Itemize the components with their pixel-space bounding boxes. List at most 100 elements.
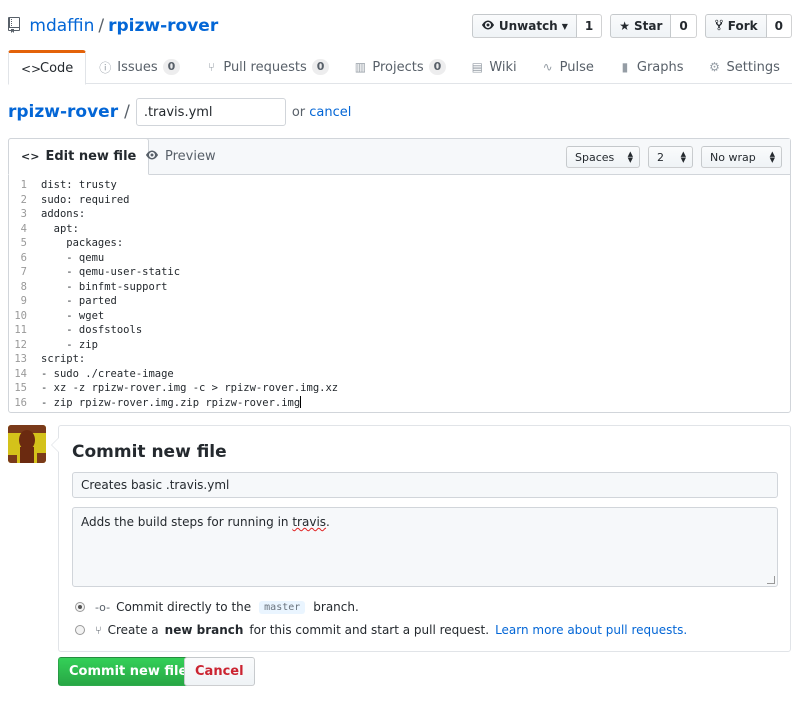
tab-projects[interactable]: ▥ Projects 0: [341, 50, 458, 84]
repo-title: mdaffin / rpizw-rover: [8, 16, 218, 38]
code-line[interactable]: 6 - qemu: [9, 251, 790, 266]
code-line[interactable]: 4 apt:: [9, 222, 790, 237]
commit-new-file-button[interactable]: Commit new file: [58, 657, 199, 686]
line-text: - zip: [41, 338, 98, 351]
line-number: 9: [20, 295, 27, 307]
tab-graphs[interactable]: ▮ Graphs: [606, 50, 696, 84]
code-line[interactable]: 13 script:: [9, 352, 790, 367]
file-editor: <> Edit new file Preview Spaces ▲ ▼ 2 ▲ ▼ …: [8, 138, 791, 413]
preview-tab-label: Preview: [165, 149, 216, 164]
repo-book-icon: [8, 17, 20, 38]
new-branch-prefix: Create a: [107, 623, 159, 637]
indent-size-value: 2: [657, 150, 664, 164]
line-text: - sudo ./create-image: [41, 367, 174, 380]
line-number: 15: [14, 382, 27, 394]
description-text: Adds the build steps for running in: [81, 515, 293, 529]
tab-pull-requests[interactable]: ⑂ Pull requests 0: [192, 50, 341, 84]
code-line[interactable]: 16 - zip rpizw-rover.img.zip rpizw-rover.…: [9, 395, 790, 411]
new-branch-radio[interactable]: [75, 625, 85, 635]
code-line[interactable]: 7 - qemu-user-static: [9, 265, 790, 280]
commit-direct-radio[interactable]: [75, 602, 85, 612]
tab-pulse[interactable]: ∿ Pulse: [529, 50, 606, 84]
projects-counter: 0: [428, 59, 447, 75]
select-arrows-icon: ▲ ▼: [627, 150, 633, 164]
code-line[interactable]: 3 addons:: [9, 207, 790, 222]
fork-icon: [714, 19, 724, 34]
indent-size-select[interactable]: 2 ▲ ▼: [648, 146, 693, 168]
editor-options: Spaces ▲ ▼ 2 ▲ ▼ No wrap ▲ ▼: [566, 146, 782, 168]
breadcrumb-separator: /: [124, 102, 130, 122]
tab-preview[interactable]: Preview: [133, 138, 228, 175]
code-line[interactable]: 10 - wget: [9, 309, 790, 324]
commit-title: Commit new file: [72, 442, 227, 462]
resize-handle[interactable]: [767, 576, 775, 584]
fork-count[interactable]: 0: [766, 14, 792, 38]
code-area[interactable]: 1 dist: trusty 2 sudo: required 3 addons: 4 ap…: [9, 175, 790, 410]
tab-settings[interactable]: ⚙ Settings: [696, 50, 792, 84]
fork-button[interactable]: Fork: [704, 14, 767, 38]
commit-form: Commit new file Creates basic .travis.ym…: [51, 425, 791, 652]
repo-nav: <> Code ⓘ Issues 0 ⑂ Pull requests 0 ▥ P…: [8, 50, 792, 85]
code-line[interactable]: 8 - binfmt-support: [9, 280, 790, 295]
watch-button[interactable]: Unwatch ▼: [471, 14, 577, 38]
code-line[interactable]: 11 - dosfstools: [9, 323, 790, 338]
description-text-end: .: [326, 515, 330, 529]
line-number: 4: [20, 222, 27, 235]
issue-opened-icon: ⓘ: [99, 60, 112, 75]
avatar: [8, 425, 46, 463]
tab-label: Settings: [726, 59, 780, 75]
wrap-mode-select[interactable]: No wrap ▲ ▼: [701, 146, 782, 168]
new-branch-suffix: for this commit and start a pull request…: [249, 623, 490, 637]
code-line[interactable]: 1 dist: trusty: [9, 178, 790, 193]
new-branch-bold: new branch: [164, 623, 244, 637]
tab-issues[interactable]: ⓘ Issues 0: [86, 50, 192, 84]
line-text: addons:: [41, 208, 86, 220]
new-branch-option[interactable]: ⑂ Create a new branch for this commit an…: [75, 623, 687, 637]
tab-label: Graphs: [636, 59, 684, 75]
line-text: - parted: [41, 295, 117, 307]
line-number: 1: [20, 179, 27, 191]
repo-owner-link[interactable]: mdaffin: [29, 16, 94, 36]
cancel-button[interactable]: Cancel: [184, 657, 255, 686]
star-button[interactable]: ★ Star: [610, 14, 672, 38]
git-commit-icon: -o-: [95, 600, 111, 614]
watch-label: Unwatch: [498, 19, 558, 33]
project-icon: ▥: [354, 60, 367, 74]
line-text: script:: [41, 353, 86, 365]
star-count[interactable]: 0: [671, 14, 697, 38]
code-line[interactable]: 14 - sudo ./create-image: [9, 367, 790, 382]
code-line[interactable]: 2 sudo: required: [9, 193, 790, 208]
line-text: packages:: [41, 237, 124, 249]
edit-tab-label: Edit new file: [45, 149, 137, 164]
line-number: 13: [14, 353, 27, 365]
tab-code[interactable]: <> Code: [8, 50, 87, 85]
line-number: 2: [20, 193, 27, 206]
cancel-link[interactable]: cancel: [309, 105, 351, 120]
code-line[interactable]: 5 packages:: [9, 236, 790, 251]
learn-more-pull-requests-link[interactable]: Learn more about pull requests.: [495, 623, 687, 637]
star-group: ★ Star 0: [610, 14, 697, 38]
code-icon: <>: [21, 150, 40, 163]
pagehead-actions: Unwatch ▼ 1 ★ Star 0 Fork 0: [471, 14, 792, 38]
indent-mode-select[interactable]: Spaces ▲ ▼: [566, 146, 640, 168]
eye-icon: [481, 19, 495, 34]
line-number: 5: [20, 237, 27, 249]
code-line[interactable]: 12 - zip: [9, 338, 790, 353]
commit-description-input[interactable]: Adds the build steps for running in trav…: [72, 507, 778, 587]
breadcrumb-repo-link[interactable]: rpizw-rover: [8, 102, 118, 122]
line-text: - qemu-user-static: [41, 266, 181, 278]
filename-input[interactable]: [135, 98, 286, 126]
repo-name-link[interactable]: rpizw-rover: [108, 16, 218, 36]
code-line[interactable]: 9 - parted: [9, 294, 790, 309]
tab-edit-new-file[interactable]: <> Edit new file: [8, 138, 150, 175]
issues-counter: 0: [162, 59, 181, 75]
line-number: 6: [20, 251, 27, 264]
commit-summary-input[interactable]: Creates basic .travis.yml: [72, 472, 778, 498]
code-line[interactable]: 15 - xz -z rpizw-rover.img -c > rpizw-rov…: [9, 381, 790, 396]
graph-icon: ▮: [621, 60, 629, 74]
watch-count[interactable]: 1: [576, 14, 603, 38]
line-text: sudo: required: [41, 193, 130, 206]
tab-wiki[interactable]: ▤ Wiki: [458, 50, 528, 84]
commit-direct-option[interactable]: -o- Commit directly to the master branch…: [75, 600, 359, 614]
line-text: - qemu: [41, 251, 105, 264]
